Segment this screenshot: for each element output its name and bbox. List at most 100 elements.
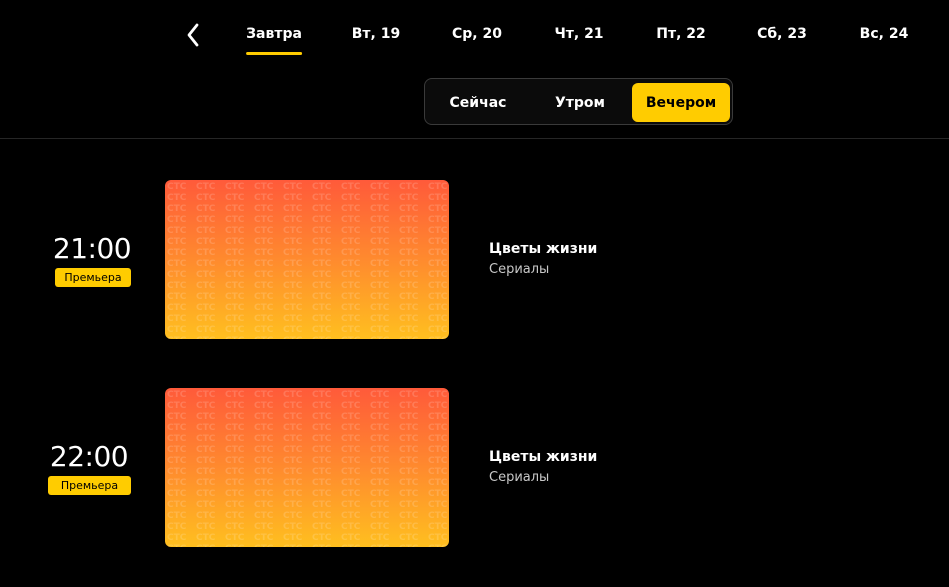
watermark-text: СТС: [370, 182, 390, 192]
watermark-text: СТС: [196, 434, 216, 444]
watermark-text: СТС: [225, 281, 245, 291]
watermark-text: СТС: [167, 303, 187, 313]
watermark-text: СТС: [283, 434, 303, 444]
day-tab-sat[interactable]: Сб, 23: [757, 26, 807, 42]
filter-evening-button[interactable]: Вечером: [632, 83, 730, 122]
show-title[interactable]: Цветы жизни: [489, 449, 597, 465]
day-tab-tomorrow[interactable]: Завтра: [246, 26, 302, 55]
watermark-text: СТС: [341, 215, 361, 225]
watermark-text: СТС: [283, 533, 303, 543]
watermark-text: СТС: [312, 314, 332, 324]
watermark-text: СТС: [399, 533, 419, 543]
watermark-text: СТС: [283, 259, 303, 269]
watermark-text: СТС: [225, 390, 245, 400]
day-tab-fri[interactable]: Пт, 22: [656, 26, 706, 42]
watermark-text: СТС: [254, 434, 274, 444]
watermark-text: СТС: [428, 544, 448, 547]
watermark-text: СТС: [399, 434, 419, 444]
day-tab-sun[interactable]: Вс, 24: [860, 26, 909, 42]
watermark-text: СТС: [167, 456, 187, 466]
watermark-text: СТС: [167, 215, 187, 225]
watermark-text: СТС: [283, 248, 303, 258]
watermark-text: СТС: [370, 500, 390, 510]
watermark-text: СТС: [370, 259, 390, 269]
watermark-text: СТС: [341, 456, 361, 466]
watermark-text: СТС: [428, 270, 448, 280]
watermark-text: СТС: [399, 303, 419, 313]
watermark-text: СТС: [225, 467, 245, 477]
watermark-text: СТС: [225, 215, 245, 225]
watermark-text: СТС: [225, 522, 245, 532]
watermark-text: СТС: [370, 467, 390, 477]
premiere-badge: Премьера: [55, 268, 131, 287]
watermark-text: СТС: [370, 226, 390, 236]
watermark-text: СТС: [283, 215, 303, 225]
watermark-text: СТС: [225, 544, 245, 547]
watermark-text: СТС: [225, 336, 245, 339]
watermark-text: СТС: [225, 259, 245, 269]
broadcast-time: 21:00: [52, 232, 132, 265]
day-tab-tue[interactable]: Вт, 19: [352, 26, 400, 42]
watermark-text: СТС: [341, 544, 361, 547]
watermark-text: СТС: [370, 325, 390, 335]
show-thumbnail[interactable]: СТС СТС СТС СТС СТС СТС СТС СТС СТС СТС СТС СТС СТС С…: [165, 388, 449, 547]
watermark-text: СТС: [196, 292, 216, 302]
watermark-text: СТС: [254, 259, 274, 269]
watermark-text: СТС: [399, 182, 419, 192]
watermark-text: СТС: [196, 182, 216, 192]
filter-now-button[interactable]: Сейчас: [433, 83, 523, 122]
show-title[interactable]: Цветы жизни: [489, 241, 597, 257]
watermark-text: СТС: [196, 445, 216, 455]
watermark-text: СТС: [225, 456, 245, 466]
watermark-text: СТС: [283, 522, 303, 532]
watermark-text: СТС: [254, 292, 274, 302]
watermark-text: СТС: [196, 325, 216, 335]
watermark-text: СТС: [196, 478, 216, 488]
watermark-text: СТС: [428, 314, 448, 324]
watermark-text: СТС: [225, 445, 245, 455]
watermark-text: СТС: [428, 204, 448, 214]
watermark-text: СТС: [312, 292, 332, 302]
watermark-text: СТС: [167, 281, 187, 291]
watermark-text: СТС: [341, 325, 361, 335]
watermark-text: СТС: [428, 226, 448, 236]
watermark-text: СТС: [428, 467, 448, 477]
back-button[interactable]: [181, 20, 205, 50]
watermark-text: СТС: [428, 336, 448, 339]
watermark-text: СТС: [428, 292, 448, 302]
day-tab-wed[interactable]: Ср, 20: [452, 26, 502, 42]
watermark-text: СТС: [283, 500, 303, 510]
watermark-text: СТС: [312, 401, 332, 411]
watermark-text: СТС: [167, 533, 187, 543]
watermark-text: СТС: [167, 478, 187, 488]
watermark-text: СТС: [428, 533, 448, 543]
tv-schedule-app: Завтра Вт, 19 Ср, 20 Чт, 21 Пт, 22 Сб, 2…: [0, 0, 949, 587]
watermark-text: СТС: [225, 248, 245, 258]
watermark-text: СТС: [167, 237, 187, 247]
watermark-text: СТС: [254, 215, 274, 225]
show-thumbnail[interactable]: СТС СТС СТС СТС СТС СТС СТС СТС СТС СТС СТС СТС СТС С…: [165, 180, 449, 339]
watermark-text: СТС: [370, 193, 390, 203]
day-tab-thu[interactable]: Чт, 21: [554, 26, 603, 42]
watermark-text: СТС: [254, 270, 274, 280]
watermark-text: СТС: [341, 390, 361, 400]
watermark-text: СТС: [283, 204, 303, 214]
watermark-text: СТС: [254, 478, 274, 488]
watermark-text: СТС: [341, 412, 361, 422]
watermark-text: СТС: [167, 248, 187, 258]
watermark-text: СТС: [370, 215, 390, 225]
watermark-text: СТС: [370, 423, 390, 433]
watermark-text: СТС: [399, 193, 419, 203]
watermark-text: СТС: [399, 325, 419, 335]
filter-morning-button[interactable]: Утром: [534, 83, 626, 122]
watermark-text: СТС: [283, 445, 303, 455]
sts-watermark-pattern: СТС СТС СТС СТС СТС СТС СТС СТС СТС СТССТС СТС СТС С…: [167, 182, 448, 339]
watermark-text: СТС: [254, 522, 274, 532]
watermark-text: СТС: [312, 259, 332, 269]
watermark-text: СТС: [254, 303, 274, 313]
watermark-text: СТС: [312, 467, 332, 477]
watermark-text: СТС: [370, 445, 390, 455]
watermark-text: СТС: [254, 401, 274, 411]
watermark-text: СТС: [283, 303, 303, 313]
watermark-text: СТС: [399, 401, 419, 411]
